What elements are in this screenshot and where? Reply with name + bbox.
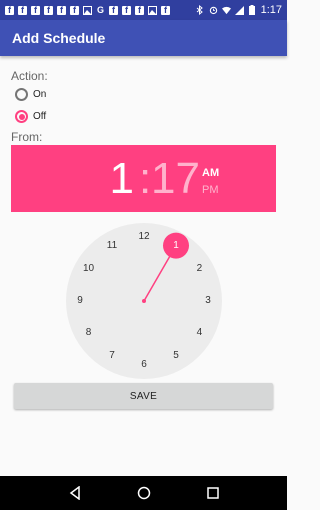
clock-number-3[interactable]: 3 [198,293,218,309]
facebook-icon: f [109,5,118,15]
alarm-icon [209,6,218,15]
am-toggle[interactable]: AM [202,167,219,179]
clock-number-10[interactable]: 10 [79,261,99,277]
radio-button-on[interactable] [15,88,28,101]
time-header: 1 : 17 AM PM [11,145,276,212]
system-icons: 1:17 [196,4,282,16]
recents-icon [206,487,219,499]
facebook-icon: f [70,5,79,15]
clock-number-12[interactable]: 12 [134,229,154,245]
clock-center-dot [142,299,146,303]
hour-display[interactable]: 1 [110,153,134,205]
home-icon [137,486,150,500]
radio-checked-dot [18,113,25,120]
status-bar: f f f f f f G f f f f 1:17 [0,0,287,20]
home-button[interactable] [132,481,156,505]
image-icon [148,5,157,15]
recents-button[interactable] [201,481,225,505]
back-button[interactable] [63,481,87,505]
facebook-icon: f [44,5,53,15]
from-label: From: [11,130,43,144]
clock-number-8[interactable]: 8 [79,325,99,341]
minute-display[interactable]: 17 [151,153,200,205]
bluetooth-icon [196,5,205,15]
radio-on[interactable]: On [15,88,46,101]
back-icon [69,486,80,500]
wifi-icon [221,6,231,15]
facebook-icon: f [31,5,40,15]
clock-face[interactable]: 12 1 2 3 4 5 6 7 8 9 10 11 [66,223,222,379]
facebook-icon: f [57,5,66,15]
radio-off[interactable]: Off [15,110,46,123]
clock-number-5[interactable]: 5 [166,348,186,364]
clock-number-1[interactable]: 1 [166,238,186,254]
facebook-icon: f [5,5,14,15]
clock-number-6[interactable]: 6 [134,357,154,373]
time-separator: : [139,154,152,203]
clock-number-11[interactable]: 11 [102,238,122,254]
notification-icons: f f f f f f G f f f f [5,4,196,15]
battery-icon [248,5,257,15]
image-icon [83,5,92,15]
radio-button-off[interactable] [15,110,28,123]
clock-number-4[interactable]: 4 [189,325,209,341]
status-time: 1:17 [260,4,282,16]
signal-icon [234,5,244,15]
pm-toggle[interactable]: PM [202,184,219,196]
nav-bar [0,476,287,510]
clock-number-9[interactable]: 9 [70,293,90,309]
page-title: Add Schedule [12,30,106,46]
clock-number-7[interactable]: 7 [102,348,122,364]
clock-number-2[interactable]: 2 [189,261,209,277]
facebook-icon: f [161,5,170,15]
app-bar: Add Schedule [0,20,287,56]
save-button[interactable]: SAVE [14,383,273,409]
action-label: Action: [11,69,48,83]
facebook-icon: f [122,5,131,15]
radio-on-label: On [33,89,47,100]
facebook-icon: f [18,5,27,15]
radio-off-label: Off [33,111,47,122]
google-icon: G [96,4,104,15]
facebook-icon: f [135,5,144,15]
